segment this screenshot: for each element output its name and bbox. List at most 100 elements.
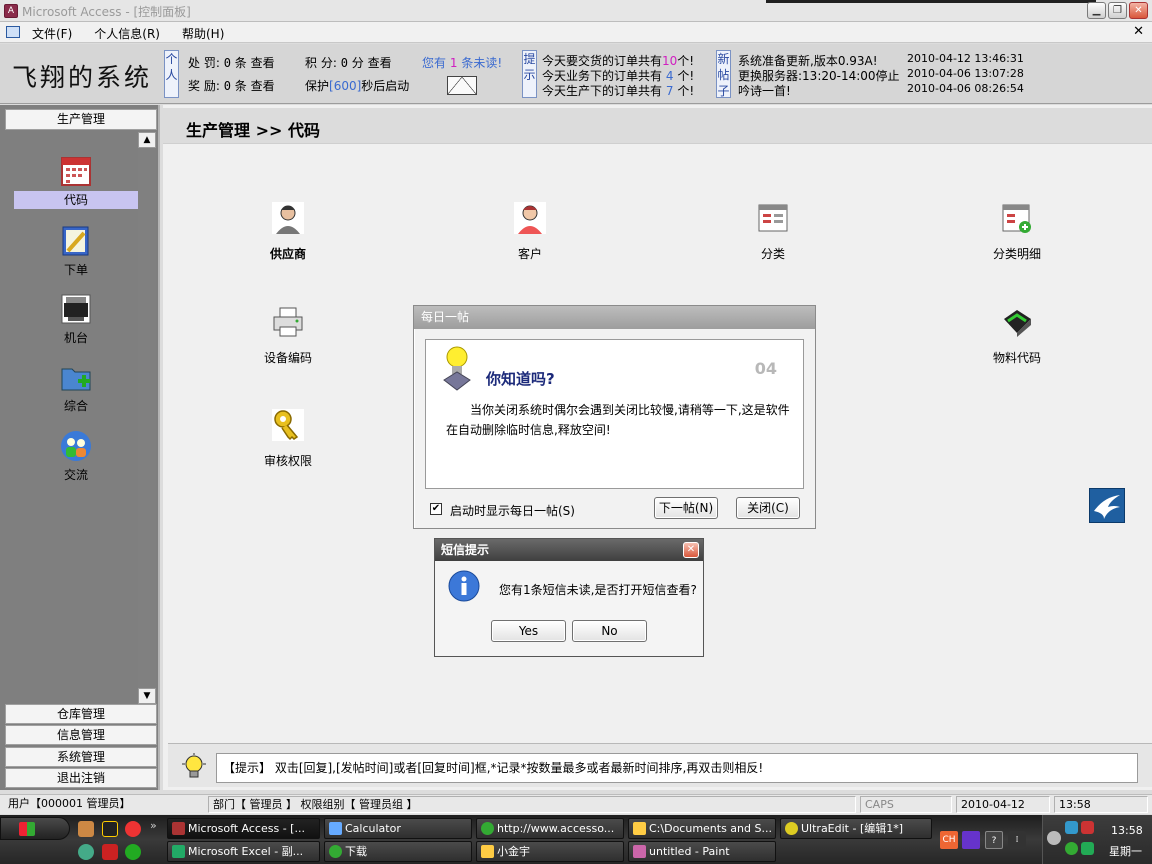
access-icon	[172, 822, 185, 835]
app-logo-icon[interactable]	[1089, 488, 1125, 523]
status-dept: 部门【 管理员 】 权限组别【 管理员组 】	[208, 796, 856, 813]
title-bar: A Microsoft Access - [控制面板] ▁ ❐ ✕	[0, 0, 1152, 22]
tile-material-code[interactable]: 物料代码	[957, 305, 1077, 366]
envelope-icon[interactable]	[447, 76, 477, 95]
menu-bar: 文件(F) 个人信息(R) 帮助(H) ✕	[0, 22, 1152, 43]
sidebar-section-production[interactable]: 生产管理	[5, 109, 157, 130]
task-ultraedit[interactable]: UltraEdit - [编辑1*]	[780, 818, 932, 839]
tray-antivirus-icon[interactable]	[1081, 821, 1094, 834]
sidebar: 生产管理 ▲ ▼ 代码 下单 机台 综合 交流 仓库管理 信息管理 系统管理 退…	[0, 105, 160, 790]
points-row: 积 分: 0 分 查看	[305, 56, 392, 70]
person-red-icon	[514, 202, 546, 234]
app-header: 飞翔的系统 个人 处 罚: 0 条 查看 奖 励: 0 条 查看 积 分: 0 …	[0, 44, 1152, 104]
task-browser[interactable]: http://www.accesso...	[476, 818, 624, 839]
sidebar-section-system[interactable]: 系统管理	[5, 747, 157, 767]
tile-audit-permission[interactable]: 审核权限	[228, 408, 348, 469]
sidebar-item-machine[interactable]: 机台	[14, 293, 138, 347]
tray-expand-icon[interactable]	[1047, 831, 1061, 845]
tip-dialog-title[interactable]: 每日一帖	[414, 306, 815, 329]
points-view-link[interactable]: 查看	[368, 56, 392, 70]
windows-flag-icon	[19, 822, 35, 836]
start-button[interactable]	[0, 817, 70, 840]
sidebar-scrollbar[interactable]: ▲ ▼	[138, 132, 156, 704]
task-calculator[interactable]: Calculator	[324, 818, 472, 839]
tile-equipment-code[interactable]: 设备编码	[228, 305, 348, 366]
scroll-down-arrow[interactable]: ▼	[138, 688, 156, 704]
folder-task-icon	[481, 845, 494, 858]
document-close-icon[interactable]: ✕	[1133, 24, 1144, 39]
tile-category[interactable]: 分类	[713, 201, 833, 262]
calendar-icon	[61, 157, 91, 186]
sms-no-button[interactable]: No	[572, 620, 647, 642]
sidebar-item-code[interactable]: 代码	[14, 155, 138, 209]
ime-help-icon[interactable]: ?	[985, 831, 1003, 849]
browser-icon[interactable]	[125, 821, 141, 837]
ime-tools-icon[interactable]: ⁞	[1008, 831, 1026, 849]
ime-indicator[interactable]: CH	[940, 831, 958, 849]
status-caps: CAPS	[860, 796, 952, 813]
form-add-icon	[1002, 204, 1031, 233]
menu-personal-info[interactable]: 个人信息(R)	[94, 25, 160, 42]
person-gray-icon	[272, 202, 304, 234]
sidebar-logout[interactable]: 退出注销	[5, 768, 157, 788]
tray-update-icon[interactable]	[1065, 842, 1078, 855]
quicklaunch-more-icon[interactable]: »	[150, 819, 157, 832]
sms-close-icon[interactable]: ✕	[683, 542, 699, 558]
task-excel[interactable]: Microsoft Excel - 副...	[167, 841, 320, 862]
sidebar-section-warehouse[interactable]: 仓库管理	[5, 704, 157, 724]
ime-mode-icon[interactable]	[962, 831, 980, 849]
sidebar-section-info[interactable]: 信息管理	[5, 725, 157, 745]
material-box-icon	[1004, 310, 1031, 337]
tray-clock[interactable]: 13:58	[1111, 824, 1143, 837]
task-paint[interactable]: untitled - Paint	[628, 841, 776, 862]
menu-file[interactable]: 文件(F)	[32, 25, 72, 42]
minimize-button[interactable]: ▁	[1087, 2, 1106, 19]
tip-question: 你知道吗?	[486, 370, 555, 388]
restore-button[interactable]: ❐	[1108, 2, 1127, 19]
quicklaunch-home-icon[interactable]	[78, 821, 94, 837]
sidebar-item-general[interactable]: 综合	[14, 361, 138, 415]
task-folder[interactable]: 小金宇	[476, 841, 624, 862]
tip-lightbulb-icon	[443, 346, 471, 391]
close-button[interactable]: ✕	[1129, 2, 1148, 19]
tray-shield-icon[interactable]	[1081, 842, 1094, 855]
news-item-3[interactable]: 吟诗一首!	[738, 82, 791, 99]
tile-category-detail[interactable]: 分类明细	[957, 201, 1077, 262]
web-icon	[481, 822, 494, 835]
tray-network-icon[interactable]	[1065, 821, 1078, 834]
sidebar-item-exchange[interactable]: 交流	[14, 430, 138, 484]
messenger-people-icon	[61, 431, 91, 461]
next-tip-button[interactable]: 下一帖(N)	[654, 497, 718, 519]
task-access[interactable]: Microsoft Access - [...	[167, 818, 320, 839]
ie-icon[interactable]	[78, 844, 94, 860]
status-time: 13:58	[1054, 796, 1148, 813]
tip-text: 当你关闭系统时偶尔会遇到关闭比较慢,请稍等一下,这是软件在自动删除临时信息,释放…	[446, 403, 790, 437]
sms-yes-button[interactable]: Yes	[491, 620, 566, 642]
tile-customer[interactable]: 客户	[470, 201, 590, 262]
media-icon[interactable]	[102, 844, 118, 860]
scroll-up-arrow[interactable]: ▲	[138, 132, 156, 148]
show-on-startup-label: 启动时显示每日一帖(S)	[450, 504, 575, 518]
task-explorer[interactable]: C:\Documents and S...	[628, 818, 776, 839]
access-app-icon[interactable]: A	[4, 4, 18, 18]
tile-supplier[interactable]: 供应商	[228, 201, 348, 262]
personal-box: 个人	[164, 50, 179, 98]
task-download[interactable]: 下载	[324, 841, 472, 862]
close-tip-button[interactable]: 关闭(C)	[736, 497, 800, 519]
qq-icon[interactable]	[102, 821, 118, 837]
bird-logo-icon	[1094, 495, 1120, 519]
news-time-3: 2010-04-06 08:26:54	[907, 82, 1024, 95]
download-icon[interactable]	[125, 844, 141, 860]
document-icon[interactable]	[6, 26, 20, 38]
menu-help[interactable]: 帮助(H)	[182, 25, 224, 42]
show-on-startup-checkbox[interactable]: ✔	[430, 503, 442, 515]
sms-dialog-title[interactable]: 短信提示	[435, 539, 703, 561]
reward-view-link[interactable]: 查看	[251, 79, 275, 93]
hint-text: 【提示】 双击[回复],[发帖时间]或者[回复时间]框,*记录*按数量最多或者最…	[216, 753, 1138, 783]
paint-icon	[633, 845, 646, 858]
key-icon	[272, 409, 304, 441]
sidebar-item-order[interactable]: 下单	[14, 225, 138, 279]
window-title: Microsoft Access - [控制面板]	[22, 5, 191, 19]
punish-view-link[interactable]: 查看	[251, 56, 275, 70]
unread-message-link[interactable]: 您有 1 条未读!	[422, 54, 502, 71]
